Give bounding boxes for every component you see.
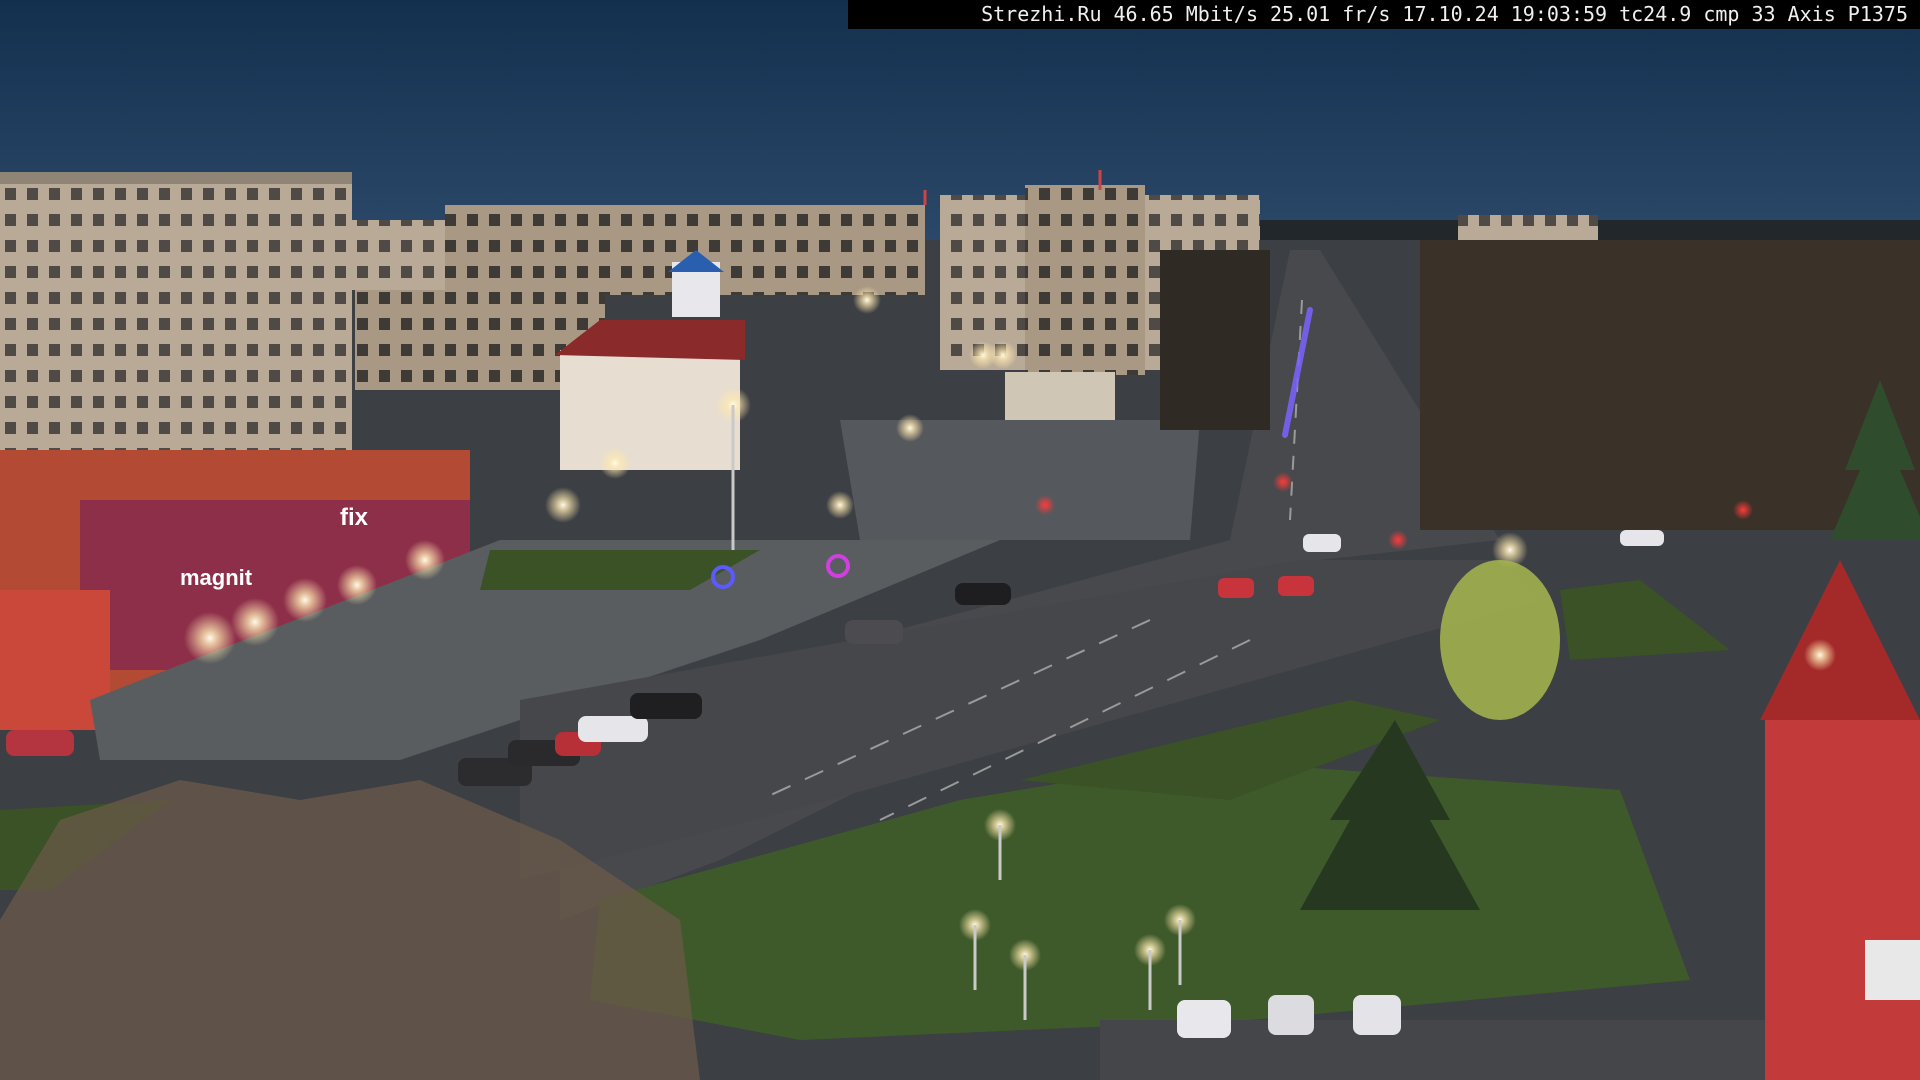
apartment-tower-tall [1025, 185, 1145, 375]
overlay-site: Strezhi.Ru [981, 2, 1102, 26]
overlay-date: 17.10.24 [1402, 2, 1499, 26]
overlay-bitrate: 46.65 Mbit/s [1113, 2, 1259, 26]
street-scene: magnit fix [0, 0, 1920, 1080]
plaza [840, 420, 1200, 540]
tree-park-left-of-road [1160, 250, 1270, 430]
apartment-building-left-roof [0, 172, 352, 184]
small-pavilion [1005, 372, 1115, 420]
storefront-sign-left: magnit [180, 565, 253, 590]
apartment-block-far-left [350, 220, 460, 290]
red-building-window [1865, 940, 1920, 1000]
storefront-sign-right: fix [340, 504, 369, 531]
overlay-cmp: cmp 33 [1703, 2, 1776, 26]
camera-overlay-bar: Strezhi.Ru 46.65 Mbit/s 25.01 fr/s 17.10… [848, 0, 1920, 29]
red-roof-building [560, 350, 740, 470]
illuminated-tree [1440, 560, 1560, 720]
red-building-right [1765, 720, 1920, 1080]
overlay-time: 19:03:59 [1510, 2, 1608, 26]
tree-park-right [1420, 240, 1920, 530]
overlay-tc: tc24.9 [1619, 2, 1692, 26]
overlay-camera-model: Axis P1375 [1787, 2, 1908, 26]
overlay-framerate: 25.01 fr/s [1270, 2, 1391, 26]
